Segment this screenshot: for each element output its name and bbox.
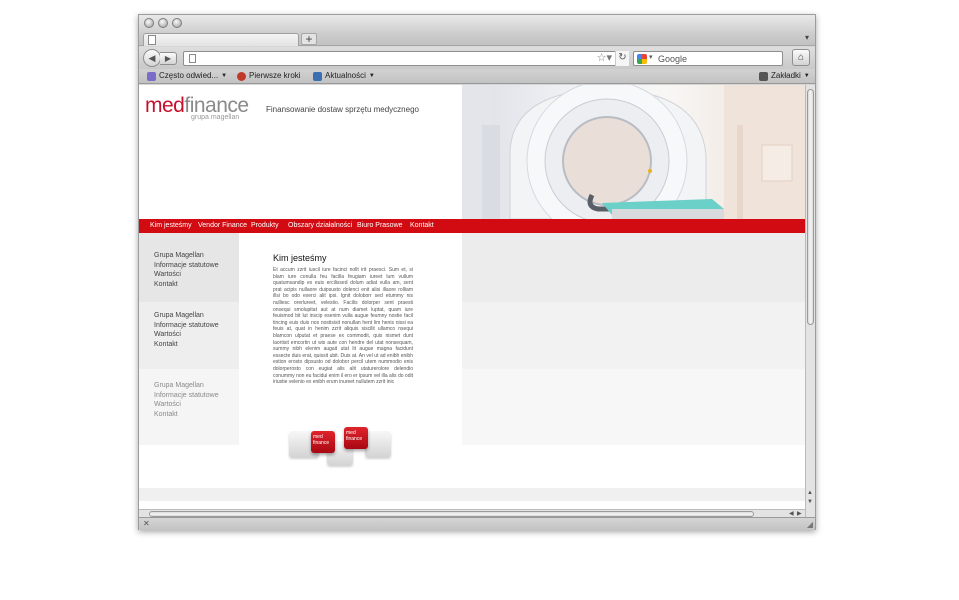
main-menu: Kim jesteśmy Vendor Finance Produkty Obs… — [139, 219, 805, 233]
bookmark-label: Pierwsze kroki — [249, 71, 301, 80]
vertical-scroll-thumb[interactable] — [807, 89, 814, 325]
status-bar: ✕ ◢ — [139, 517, 815, 530]
sidebar-link[interactable]: Wartości — [154, 270, 239, 280]
bookmark-label: Aktualności — [325, 71, 366, 80]
page-footer-strip — [139, 488, 805, 501]
horizontal-scrollbar[interactable]: ◀ ▶ — [139, 509, 805, 517]
ct-scanner-image — [462, 85, 805, 219]
search-input[interactable]: ▾ Google — [633, 51, 783, 66]
rss-icon — [313, 71, 322, 81]
browser-tab[interactable] — [143, 33, 299, 46]
chevron-down-icon: ▼ — [803, 73, 810, 79]
sidebar: Grupa Magellan Informacje statutowe Wart… — [139, 233, 239, 445]
bookmark-getting-started[interactable]: Pierwsze kroki — [237, 71, 301, 81]
menu-item-contact[interactable]: Kontakt — [410, 221, 434, 231]
sidebar-link[interactable]: Grupa Magellan — [154, 381, 239, 391]
sidebar-link[interactable]: Kontakt — [154, 340, 239, 350]
chevron-down-icon: ▼ — [368, 73, 375, 79]
search-placeholder: Google — [658, 54, 688, 64]
new-tab-button[interactable]: + — [301, 33, 317, 45]
grey-tile — [365, 431, 391, 457]
sidebar-link[interactable]: Grupa Magellan — [154, 251, 239, 261]
url-input[interactable]: ☆▾ — [183, 51, 629, 66]
sidebar-link[interactable]: Grupa Magellan — [154, 311, 239, 321]
logo-med: med — [145, 94, 185, 117]
sidebar-link[interactable]: Informacje statutowe — [154, 321, 239, 331]
navigation-toolbar: ◀ ▶ ☆▾ ↻ ▾ Google ⌂ — [139, 47, 815, 69]
content-title: Kim jesteśmy — [273, 253, 327, 263]
web-page: med finance grupa magellan Finansowanie d… — [139, 85, 805, 509]
sidebar-block: Grupa Magellan Informacje statutowe Wart… — [139, 302, 239, 369]
search-engine-chevron-icon[interactable]: ▾ — [649, 53, 653, 61]
bookmarks-icon — [759, 71, 768, 81]
reload-button[interactable]: ↻ — [615, 51, 629, 66]
sidebar-link[interactable]: Informacje statutowe — [154, 261, 239, 271]
sidebar-link[interactable]: Wartości — [154, 400, 239, 410]
back-button[interactable]: ◀ — [143, 49, 161, 67]
sidebar-link[interactable]: Kontakt — [154, 280, 239, 290]
firefox-icon — [237, 71, 246, 81]
blank-page-icon — [148, 35, 156, 45]
menu-item-vendor-finance[interactable]: Vendor Finance — [198, 221, 247, 231]
menu-item-press[interactable]: Biuro Prasowe — [357, 221, 403, 231]
bookmark-latest-news[interactable]: Aktualności ▼ — [313, 71, 375, 81]
sidebar-link[interactable]: Wartości — [154, 330, 239, 340]
title-bar — [139, 15, 815, 32]
scroll-up-icon[interactable]: ▲ — [807, 490, 813, 496]
page-icon — [189, 54, 196, 63]
bookmark-most-visited[interactable]: Często odwied... ▼ — [147, 71, 227, 81]
home-button[interactable]: ⌂ — [792, 49, 810, 66]
bookmarks-toolbar: Często odwied... ▼ Pierwsze kroki Aktual… — [139, 69, 815, 84]
forward-button[interactable]: ▶ — [160, 52, 177, 65]
resize-grip-icon[interactable]: ◢ — [807, 520, 813, 529]
menu-item-areas[interactable]: Obszary działalności — [288, 221, 352, 231]
zoom-window-button[interactable] — [172, 18, 182, 28]
tab-strip: + ▾ — [139, 32, 815, 46]
brand-tile: med finance — [311, 431, 335, 453]
background-band — [462, 369, 805, 445]
bookmarks-menu[interactable]: Zakładki ▼ — [759, 71, 810, 81]
close-icon[interactable]: ✕ — [143, 519, 150, 528]
brand-tile-finance: finance — [346, 436, 363, 442]
brand-tile-finance: finance — [313, 440, 330, 446]
scroll-right-icon[interactable]: ▶ — [797, 510, 802, 517]
sidebar-block: Grupa Magellan Informacje statutowe Wart… — [139, 369, 239, 445]
bookmarks-menu-label: Zakładki — [771, 71, 801, 80]
logo-subtitle: grupa magellan — [191, 114, 240, 121]
sidebar-link[interactable]: Kontakt — [154, 410, 239, 420]
vertical-scrollbar[interactable]: ▲ ▼ — [805, 85, 815, 517]
scroll-down-icon[interactable]: ▼ — [807, 499, 813, 505]
hero-image — [462, 85, 805, 219]
minimize-window-button[interactable] — [158, 18, 168, 28]
close-window-button[interactable] — [144, 18, 154, 28]
content-body: Et accum zzrit iuscil iure facinci nollt… — [273, 267, 413, 386]
brand-tile: med finance — [344, 427, 368, 449]
folder-icon — [147, 71, 156, 81]
background-band — [462, 233, 805, 302]
brand-tiles: med finance med finance — [289, 427, 393, 467]
chevron-down-icon: ▼ — [221, 73, 228, 79]
bookmark-star-icon[interactable]: ☆▾ — [597, 52, 612, 65]
menu-item-products[interactable]: Produkty — [251, 221, 279, 231]
tab-list-chevron-icon[interactable]: ▾ — [805, 33, 809, 42]
sidebar-block: Grupa Magellan Informacje statutowe Wart… — [139, 233, 239, 302]
google-icon[interactable] — [637, 54, 647, 64]
bookmark-label: Często odwied... — [159, 71, 219, 80]
menu-item-about[interactable]: Kim jesteśmy — [150, 221, 192, 231]
site-tagline: Finansowanie dostaw sprzętu medycznego — [266, 105, 419, 114]
scroll-left-icon[interactable]: ◀ — [789, 510, 794, 517]
sidebar-link[interactable]: Informacje statutowe — [154, 391, 239, 401]
background-band — [462, 302, 805, 369]
browser-window: + ▾ ◀ ▶ ☆▾ ↻ ▾ Google ⌂ Często odwied...… — [138, 14, 816, 530]
